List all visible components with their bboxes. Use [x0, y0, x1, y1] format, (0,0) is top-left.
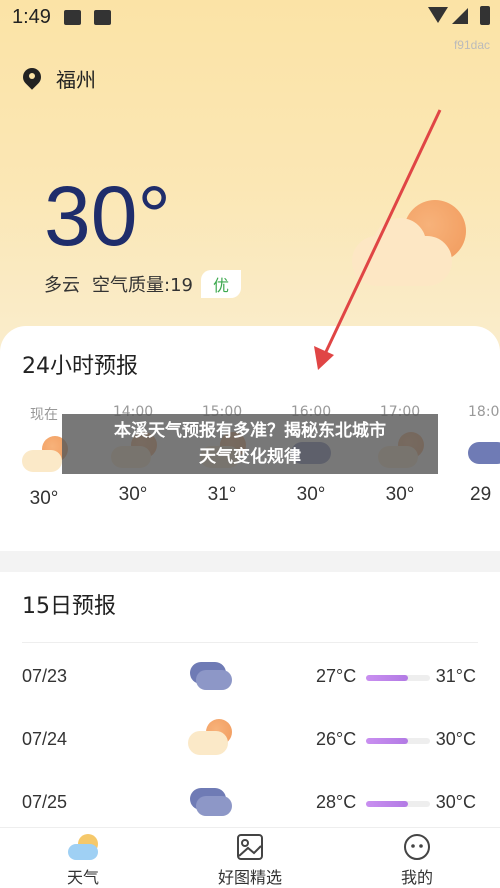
- hour-temp: 29: [470, 484, 492, 505]
- signal-icon: [452, 8, 468, 24]
- weather-icon: [68, 832, 98, 862]
- daily-date: 07/25: [22, 792, 68, 812]
- tab-profile[interactable]: 我的: [372, 832, 462, 888]
- air-quality-text[interactable]: 空气质量:19: [92, 271, 193, 297]
- daily-row[interactable]: 07/24 26°C 30°C: [0, 719, 500, 763]
- headline-line-1: 本溪天气预报有多准？揭秘东北城市: [114, 421, 386, 441]
- daily-low: 28°C: [316, 792, 357, 812]
- current-temperature: 30°: [44, 169, 172, 263]
- rain-cloud-icon: [186, 780, 232, 826]
- city-name: 福州: [56, 68, 96, 92]
- hour-item: 18:0 29: [456, 404, 500, 506]
- hour-temp: 30°: [296, 484, 326, 505]
- air-quality-badge: 优: [200, 270, 241, 298]
- temp-range-bar: [366, 801, 430, 807]
- profile-icon: [402, 832, 432, 862]
- temp-range-bar: [366, 738, 430, 744]
- temp-range-bar: [366, 675, 430, 681]
- daily-low: 27°C: [316, 666, 357, 686]
- daily-forecast-card: 15日预报 07/23 27°C 31°C 07/24 26°C 30°C 07…: [0, 572, 500, 827]
- hour-temp: 30°: [118, 484, 148, 505]
- hour-temp: 30°: [385, 484, 415, 505]
- location-selector[interactable]: 福州: [22, 64, 96, 93]
- status-bar: 1:49: [0, 0, 500, 34]
- watermark: f91dac: [453, 38, 490, 52]
- daily-high: 30°C: [435, 729, 476, 749]
- bottom-tab-bar: 天气 好图精选 我的: [0, 827, 500, 888]
- tab-label: 我的: [400, 868, 433, 887]
- cloud-sun-icon: [352, 196, 472, 296]
- location-pin-icon: [22, 68, 42, 90]
- cloud-sun-icon: [186, 717, 232, 763]
- status-time: 1:49: [12, 6, 51, 28]
- battery-icon: [480, 6, 490, 25]
- condition-text: 多云: [44, 275, 80, 296]
- hour-temp: 30°: [29, 488, 59, 509]
- wifi-icon: [428, 7, 448, 23]
- hour-temp: 31°: [207, 484, 237, 505]
- daily-date: 07/23: [22, 666, 68, 686]
- current-conditions: 多云 空气质量:19 优: [44, 270, 241, 298]
- divider: [22, 642, 478, 643]
- hourly-title: 24小时预报: [22, 354, 138, 379]
- hour-time: 18:0: [468, 404, 500, 420]
- headline-overlay: 本溪天气预报有多准？揭秘东北城市 天气变化规律: [62, 414, 438, 474]
- tab-label: 好图精选: [217, 868, 282, 887]
- rain-cloud-icon: [186, 654, 232, 700]
- daily-row[interactable]: 07/23 27°C 31°C: [0, 660, 500, 700]
- daily-high: 30°C: [435, 792, 476, 812]
- daily-title: 15日预报: [22, 594, 116, 619]
- daily-high: 31°C: [435, 666, 476, 686]
- gallery-notification-icon: [64, 10, 81, 25]
- tab-gallery[interactable]: 好图精选: [205, 832, 295, 888]
- tab-weather[interactable]: 天气: [38, 832, 128, 888]
- tab-label: 天气: [66, 868, 99, 887]
- daily-row[interactable]: 07/25 28°C 30°C: [0, 786, 500, 826]
- app-notification-icon: [94, 10, 111, 25]
- dark-cloud-icon: [456, 426, 500, 476]
- image-icon: [235, 832, 265, 862]
- daily-date: 07/24: [22, 729, 68, 749]
- headline-line-2: 天气变化规律: [199, 447, 301, 467]
- daily-low: 26°C: [316, 729, 357, 749]
